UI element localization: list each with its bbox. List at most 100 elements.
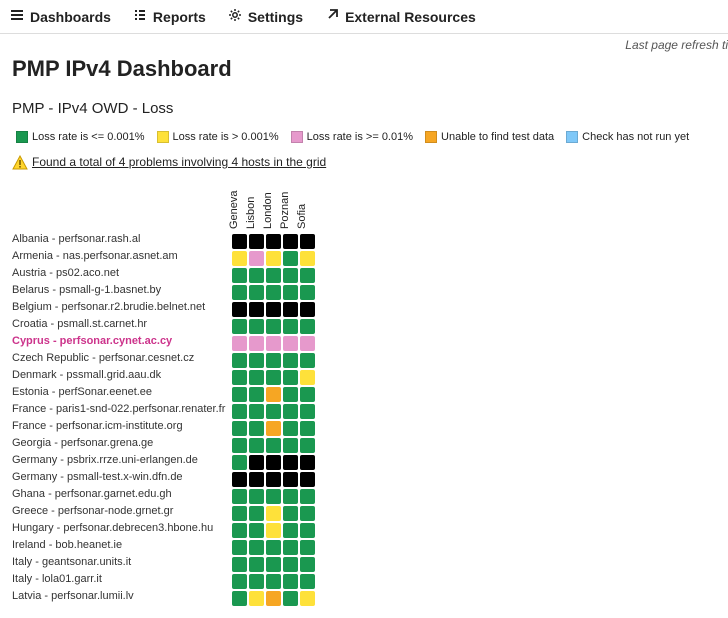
grid-cell[interactable] — [283, 302, 298, 317]
row-label[interactable]: Croatia - psmall.st.carnet.hr — [12, 316, 231, 333]
grid-cell[interactable] — [283, 421, 298, 436]
grid-cell[interactable] — [300, 591, 315, 606]
grid-cell[interactable] — [300, 557, 315, 572]
grid-cell[interactable] — [232, 251, 247, 266]
nav-dashboards[interactable]: Dashboards — [10, 8, 111, 25]
grid-cell[interactable] — [300, 387, 315, 402]
row-label[interactable]: Georgia - perfsonar.grena.ge — [12, 435, 231, 452]
grid-cell[interactable] — [283, 251, 298, 266]
grid-cell[interactable] — [232, 523, 247, 538]
row-label[interactable]: Latvia - perfsonar.lumii.lv — [12, 588, 231, 605]
grid-cell[interactable] — [300, 455, 315, 470]
grid-cell[interactable] — [283, 387, 298, 402]
nav-settings[interactable]: Settings — [228, 8, 303, 25]
grid-cell[interactable] — [266, 234, 281, 249]
problems-link[interactable]: Found a total of 4 problems involving 4 … — [32, 155, 326, 169]
grid-cell[interactable] — [300, 336, 315, 351]
grid-cell[interactable] — [232, 319, 247, 334]
grid-cell[interactable] — [266, 574, 281, 589]
grid-cell[interactable] — [232, 591, 247, 606]
grid-cell[interactable] — [232, 540, 247, 555]
grid-cell[interactable] — [300, 421, 315, 436]
grid-cell[interactable] — [249, 557, 264, 572]
grid-cell[interactable] — [249, 370, 264, 385]
grid-cell[interactable] — [283, 591, 298, 606]
grid-cell[interactable] — [300, 268, 315, 283]
grid-cell[interactable] — [266, 506, 281, 521]
grid-cell[interactable] — [266, 438, 281, 453]
grid-cell[interactable] — [249, 472, 264, 487]
grid-cell[interactable] — [232, 421, 247, 436]
grid-cell[interactable] — [283, 557, 298, 572]
grid-cell[interactable] — [249, 404, 264, 419]
grid-cell[interactable] — [283, 523, 298, 538]
row-label[interactable]: Ireland - bob.heanet.ie — [12, 537, 231, 554]
grid-cell[interactable] — [266, 540, 281, 555]
grid-cell[interactable] — [232, 574, 247, 589]
grid-cell[interactable] — [249, 438, 264, 453]
grid-cell[interactable] — [300, 404, 315, 419]
grid-cell[interactable] — [232, 285, 247, 300]
grid-cell[interactable] — [249, 523, 264, 538]
grid-cell[interactable] — [283, 370, 298, 385]
grid-cell[interactable] — [249, 319, 264, 334]
grid-cell[interactable] — [249, 268, 264, 283]
grid-cell[interactable] — [266, 489, 281, 504]
grid-cell[interactable] — [266, 268, 281, 283]
grid-cell[interactable] — [300, 506, 315, 521]
grid-cell[interactable] — [300, 251, 315, 266]
grid-cell[interactable] — [283, 268, 298, 283]
grid-cell[interactable] — [232, 404, 247, 419]
grid-cell[interactable] — [232, 438, 247, 453]
grid-cell[interactable] — [249, 251, 264, 266]
grid-cell[interactable] — [249, 285, 264, 300]
grid-cell[interactable] — [249, 506, 264, 521]
row-label[interactable]: Cyprus - perfsonar.cynet.ac.cy — [12, 333, 231, 350]
grid-cell[interactable] — [232, 472, 247, 487]
nav-external[interactable]: External Resources — [325, 8, 476, 25]
grid-cell[interactable] — [249, 336, 264, 351]
grid-cell[interactable] — [249, 574, 264, 589]
grid-cell[interactable] — [249, 591, 264, 606]
row-label[interactable]: Greece - perfsonar-node.grnet.gr — [12, 503, 231, 520]
grid-cell[interactable] — [283, 472, 298, 487]
row-label[interactable]: Ghana - perfsonar.garnet.edu.gh — [12, 486, 231, 503]
grid-cell[interactable] — [300, 285, 315, 300]
grid-cell[interactable] — [232, 302, 247, 317]
grid-cell[interactable] — [283, 234, 298, 249]
grid-cell[interactable] — [300, 234, 315, 249]
grid-cell[interactable] — [266, 353, 281, 368]
grid-cell[interactable] — [249, 421, 264, 436]
row-label[interactable]: France - paris1-snd-022.perfsonar.renate… — [12, 401, 231, 418]
row-label[interactable]: Austria - ps02.aco.net — [12, 265, 231, 282]
grid-cell[interactable] — [266, 421, 281, 436]
grid-cell[interactable] — [232, 336, 247, 351]
grid-cell[interactable] — [283, 336, 298, 351]
grid-cell[interactable] — [283, 438, 298, 453]
grid-cell[interactable] — [300, 489, 315, 504]
grid-cell[interactable] — [300, 302, 315, 317]
row-label[interactable]: Germany - psbrix.rrze.uni-erlangen.de — [12, 452, 231, 469]
grid-cell[interactable] — [232, 353, 247, 368]
grid-cell[interactable] — [283, 540, 298, 555]
grid-cell[interactable] — [266, 591, 281, 606]
grid-cell[interactable] — [300, 319, 315, 334]
row-label[interactable]: France - perfsonar.icm-institute.org — [12, 418, 231, 435]
grid-cell[interactable] — [249, 489, 264, 504]
row-label[interactable]: Italy - lola01.garr.it — [12, 571, 231, 588]
grid-cell[interactable] — [283, 455, 298, 470]
grid-cell[interactable] — [266, 404, 281, 419]
row-label[interactable]: Germany - psmall-test.x-win.dfn.de — [12, 469, 231, 486]
grid-cell[interactable] — [300, 472, 315, 487]
grid-cell[interactable] — [300, 438, 315, 453]
grid-cell[interactable] — [232, 455, 247, 470]
row-label[interactable]: Czech Republic - perfsonar.cesnet.cz — [12, 350, 231, 367]
grid-cell[interactable] — [300, 574, 315, 589]
grid-cell[interactable] — [266, 285, 281, 300]
grid-cell[interactable] — [249, 302, 264, 317]
grid-cell[interactable] — [266, 370, 281, 385]
grid-cell[interactable] — [232, 370, 247, 385]
grid-cell[interactable] — [232, 506, 247, 521]
grid-cell[interactable] — [300, 370, 315, 385]
grid-cell[interactable] — [283, 353, 298, 368]
